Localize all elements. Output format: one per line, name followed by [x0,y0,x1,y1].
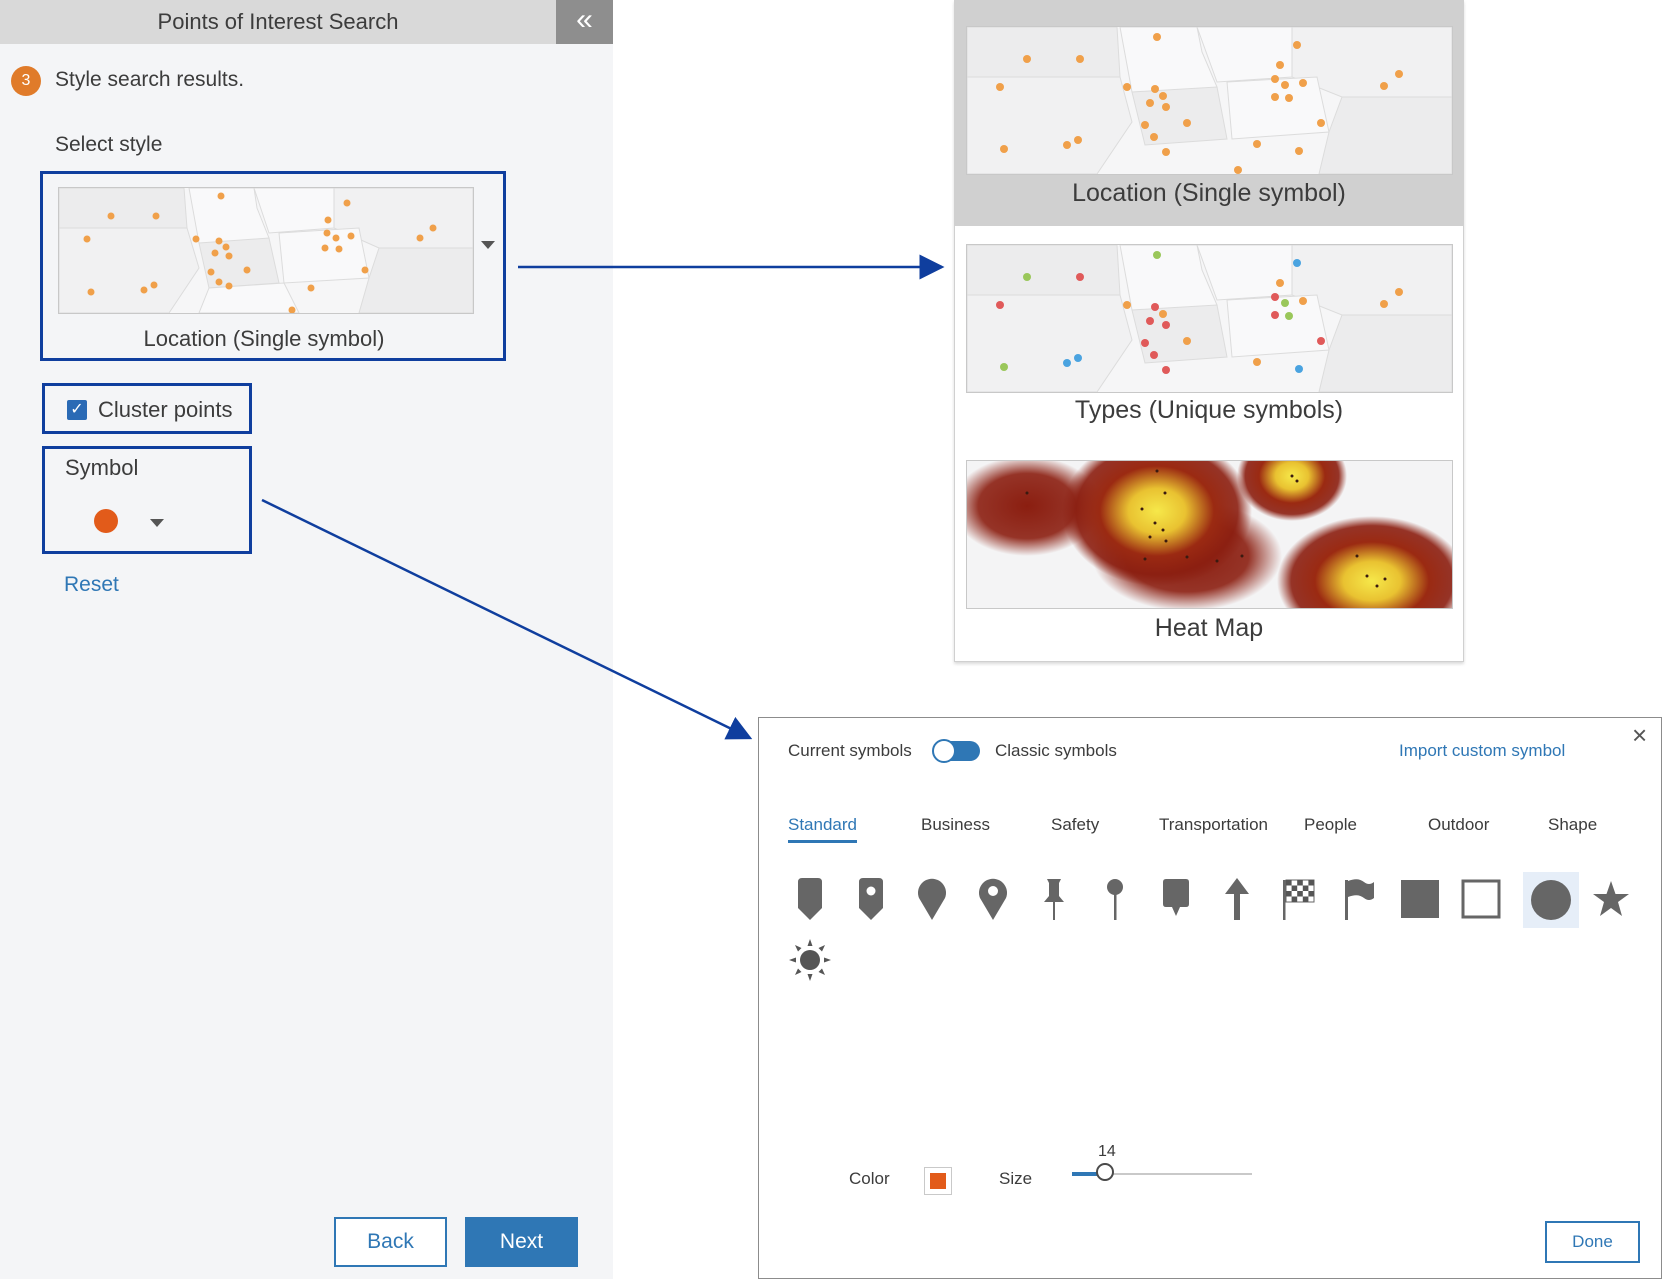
map-thumbnail [967,27,1452,174]
import-custom-symbol-link[interactable]: Import custom symbol [1399,741,1565,761]
style-option-location[interactable]: Location (Single symbol) [955,1,1463,226]
style-option-types[interactable]: Types (Unique symbols) [955,226,1463,441]
close-icon[interactable]: × [1632,722,1647,748]
sun-icon[interactable] [787,937,833,983]
tab-outdoor[interactable]: Outdoor [1428,815,1489,835]
tab-safety[interactable]: Safety [1051,815,1099,835]
pin-icon[interactable] [909,876,955,922]
tab-business[interactable]: Business [921,815,990,835]
color-picker-button[interactable] [924,1167,952,1195]
callout-icon[interactable] [1153,876,1199,922]
tab-people[interactable]: People [1304,815,1357,835]
pin-hole-icon[interactable] [970,876,1016,922]
arrow-up-icon[interactable] [1214,876,1260,922]
style-option-label: Location (Single symbol) [1072,179,1346,207]
size-value: 14 [1098,1143,1116,1160]
classic-symbols-label: Classic symbols [995,741,1117,760]
flag-icon[interactable] [1336,876,1382,922]
heatmap-preview-map [966,460,1453,609]
heatmap-thumbnail [967,461,1452,608]
location-preview-map [966,26,1453,175]
color-swatch [930,1173,946,1189]
color-label: Color [849,1169,890,1188]
size-label: Size [999,1169,1033,1188]
toggle-knob [932,739,956,763]
circle-filled-icon[interactable] [1528,877,1574,923]
symbol-picker-dialog: × Current symbols Classic symbols Import… [758,717,1662,1279]
marker-hole-icon[interactable] [848,876,894,922]
marker-icon[interactable] [787,876,833,922]
current-symbols-label: Current symbols [788,741,912,760]
square-filled-icon[interactable] [1397,876,1443,922]
round-pin-icon[interactable] [1092,876,1138,922]
square-outline-icon[interactable] [1458,876,1504,922]
pushpin-icon[interactable] [1031,876,1077,922]
style-option-label: Heat Map [1154,614,1264,642]
style-options-list: Location (Single symbol) Types (Unique s… [954,0,1464,662]
tab-transportation[interactable]: Transportation [1159,815,1268,835]
map-thumbnail [967,245,1452,392]
tab-standard[interactable]: Standard [788,815,857,843]
style-option-label: Types (Unique symbols) [1074,396,1344,424]
style-option-heatmap[interactable]: Heat Map [955,441,1463,661]
types-preview-map [966,244,1453,393]
checkered-flag-icon[interactable] [1275,876,1321,922]
size-slider[interactable] [1072,1163,1252,1181]
star-icon[interactable] [1588,876,1634,922]
arrow-to-symbol-dialog [261,498,753,740]
slider-thumb[interactable] [1096,1163,1114,1181]
done-button[interactable]: Done [1545,1221,1640,1263]
symbol-set-toggle[interactable] [932,739,980,763]
tab-shape[interactable]: Shape [1548,815,1597,835]
